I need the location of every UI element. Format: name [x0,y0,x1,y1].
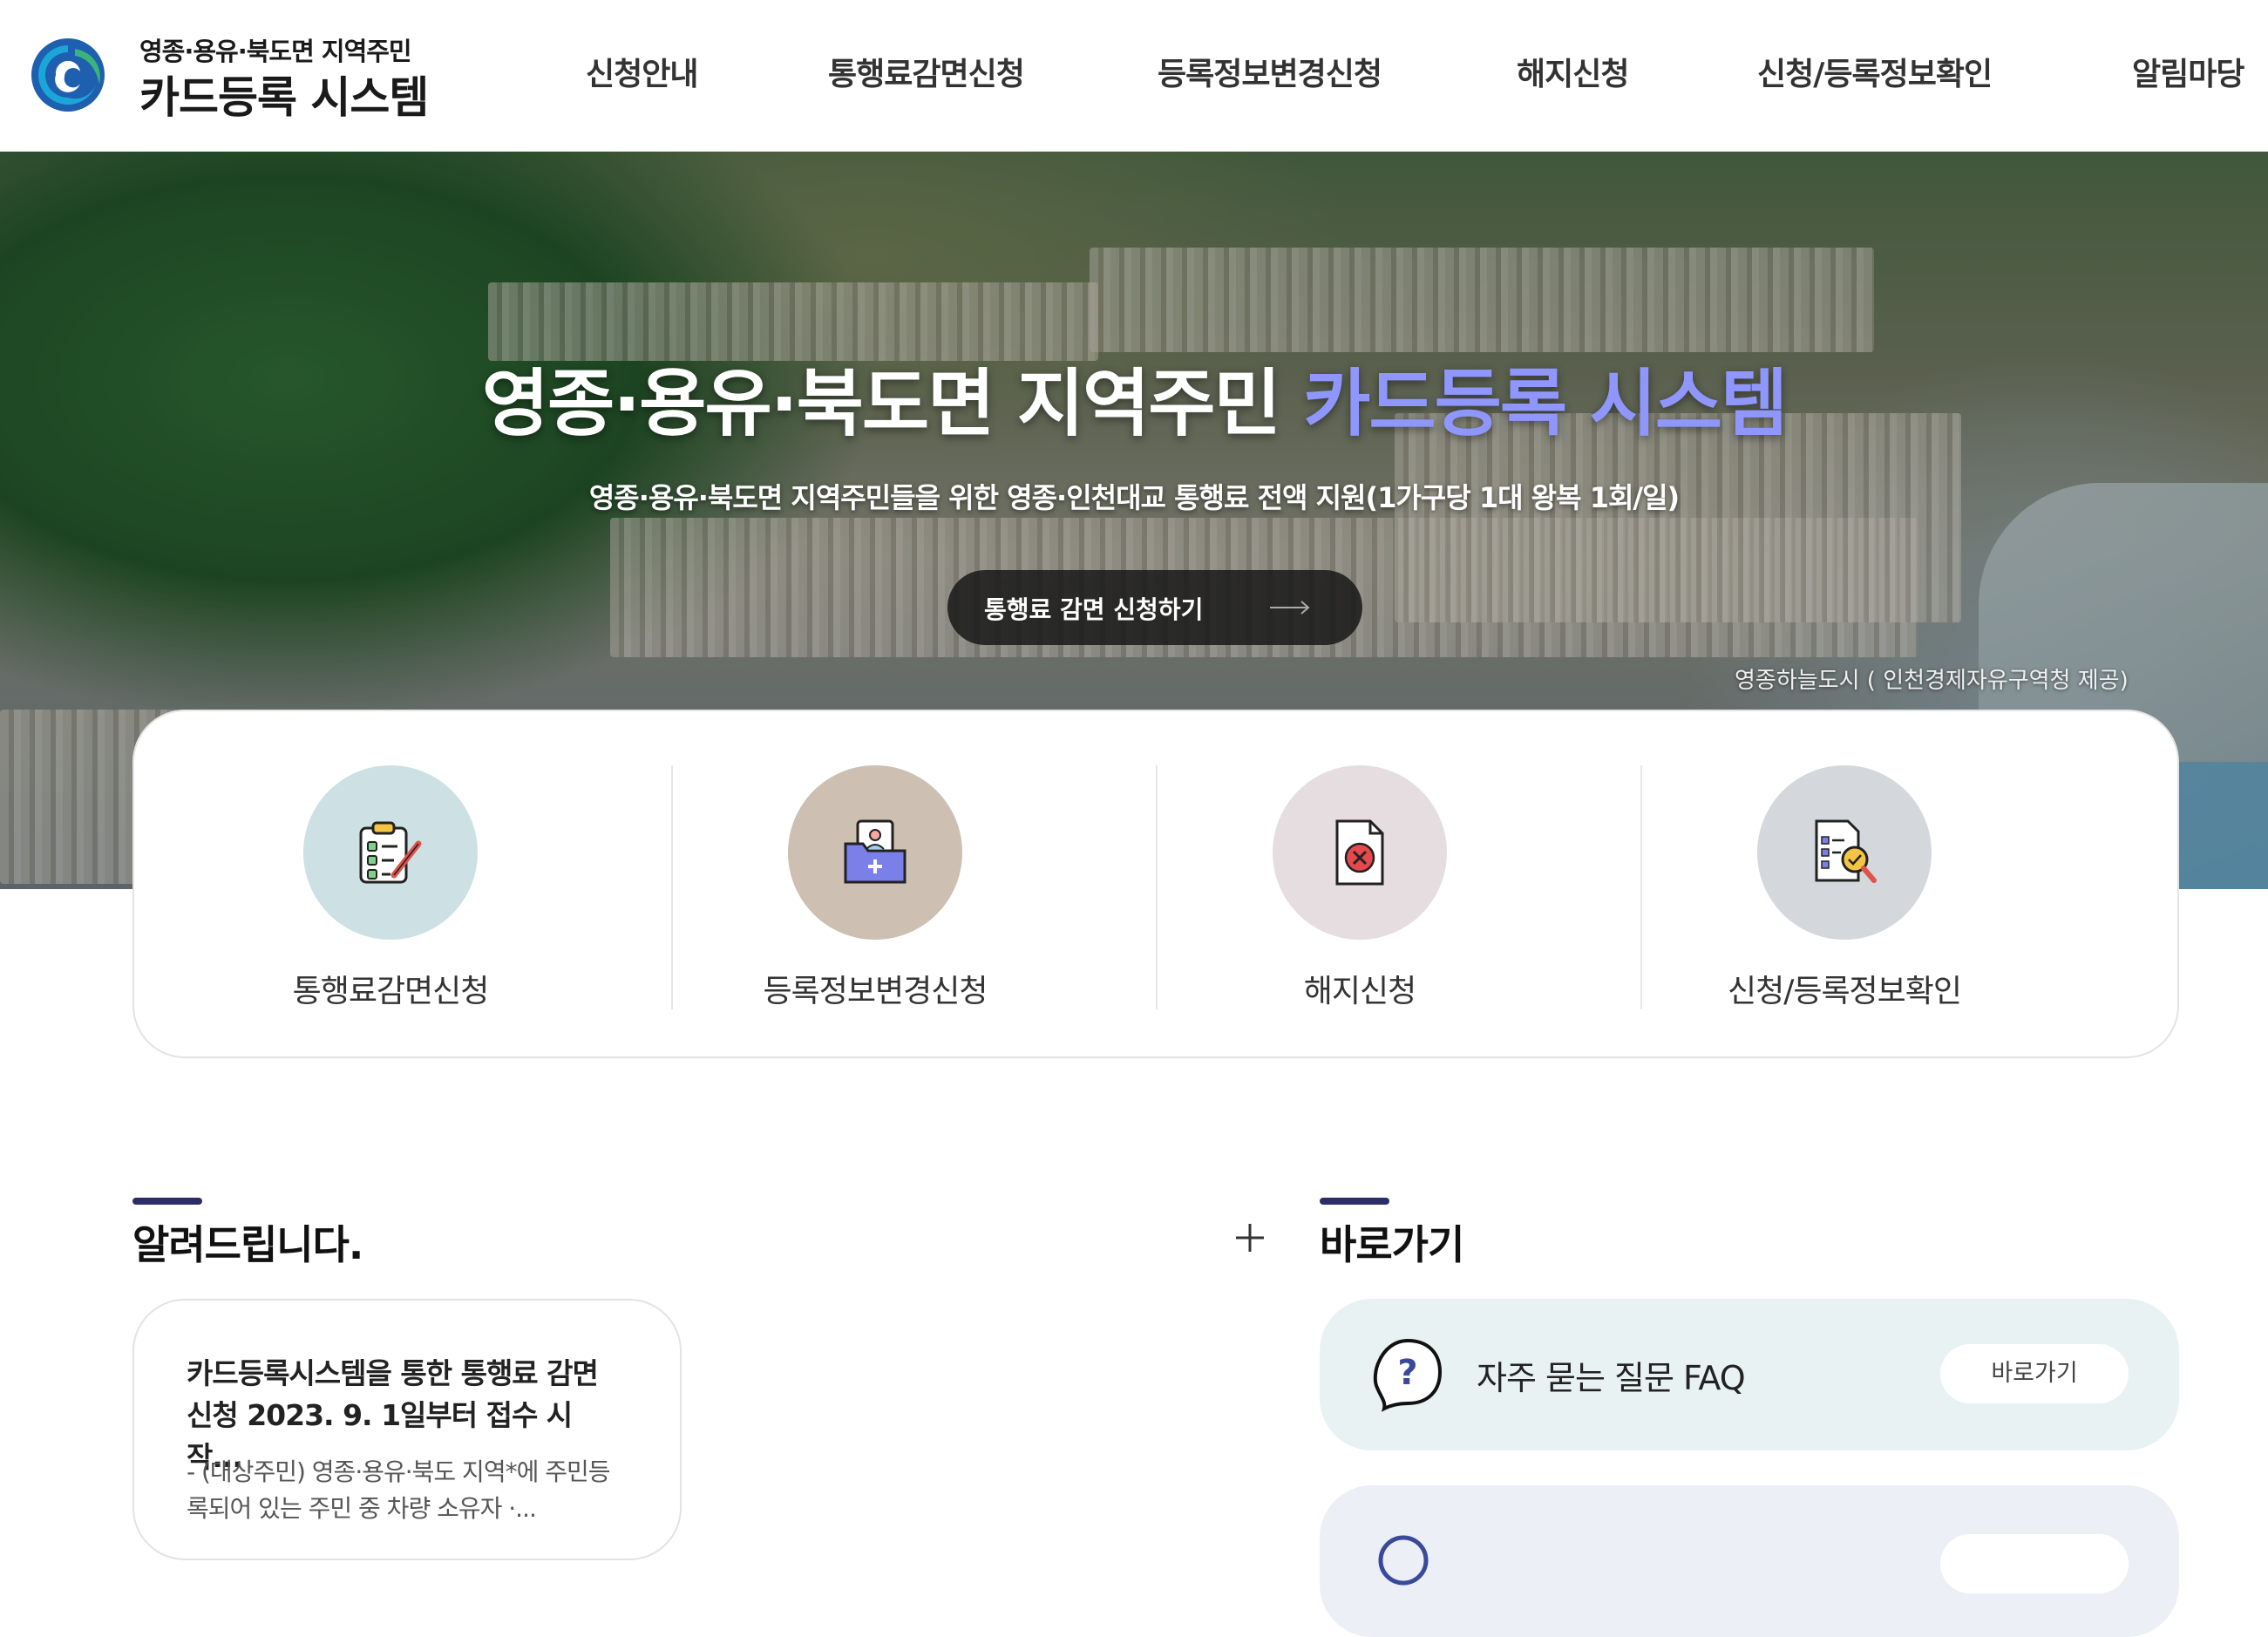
arrow-right-icon [1270,601,1310,615]
notice-section-bar [132,1198,202,1205]
document-cancel-icon [1335,819,1384,886]
quick-icon-circle [1757,765,1932,940]
notice-card[interactable]: 카드등록시스템을 통한 통행료 감면 신청 2023. 9. 1일부터 접수 시… [132,1299,682,1560]
shortcut-faq-label: 자주 묻는 질문 FAQ [1477,1359,1746,1397]
shortcut-second-button[interactable] [1940,1534,2129,1593]
hero-title-accent: 카드등록 시스템 [1303,361,1788,446]
shortcut-faq-button[interactable]: 바로가기 [1940,1344,2129,1403]
nav-item-notice-board[interactable]: 알림마당 [2132,49,2244,94]
document-search-icon [1815,819,1877,883]
quick-item-label: 통행료감면신청 [292,974,490,1009]
hero-image-credit: 영종하늘도시 ( 인천경제자유구역청 제공) [1735,668,2129,694]
plus-icon[interactable] [1232,1220,1267,1255]
svg-text:?: ? [1397,1353,1417,1393]
quick-item-label: 해지신청 [1303,974,1416,1009]
quick-item-info-change[interactable]: 등록정보변경신청 [633,711,1117,1060]
search-icon [1378,1535,1429,1586]
hero-subtitle: 영종·용유·북도면 지역주민들을 위한 영종·인천대교 통행료 전액 지원(1가… [588,481,1680,514]
quick-item-label: 신청/등록정보확인 [1727,974,1962,1009]
quick-menu-card: 통행료감면신청 등록정보변경신청 해지신청 신청/등록정보확인 [132,710,2179,1058]
nav-item-status-check[interactable]: 신청/등록정보확인 [1757,49,1993,94]
question-bubble-icon: ? [1373,1338,1443,1412]
nav-item-info-change[interactable]: 등록정보변경신청 [1158,49,1382,94]
nav-item-toll-reduction[interactable]: 통행료감면신청 [828,49,1025,94]
quick-item-status-check[interactable]: 신청/등록정보확인 [1602,711,2087,1060]
shortcut-section-title: 바로가기 [1320,1221,1464,1268]
quick-icon-circle [788,765,962,940]
toll-reduction-apply-button[interactable]: 통행료 감면 신청하기 [947,570,1362,645]
shortcut-section-bar [1320,1198,1389,1205]
site-header: 영종·용유·북도면 지역주민 카드등록 시스템 신청안내 통행료감면신청 등록정… [0,0,2268,152]
notice-section-title: 알려드립니다. [132,1221,363,1268]
clipboard-check-icon [359,821,422,884]
shortcut-faq[interactable]: ? 자주 묻는 질문 FAQ 바로가기 [1320,1299,2179,1450]
shortcut-second[interactable] [1320,1485,2179,1637]
notice-summary: - (대상주민) 영종·용유·북도 지역*에 주민등록되어 있는 주민 중 차량… [187,1457,611,1523]
apply-button-label: 통행료 감면 신청하기 [984,595,1204,624]
quick-item-toll-reduction[interactable]: 통행료감면신청 [148,711,633,1060]
folder-person-icon [844,819,907,884]
hero-title-main: 영종·용유·북도면 지역주민 [481,361,1304,446]
main-nav: 신청안내 통행료감면신청 등록정보변경신청 해지신청 신청/등록정보확인 알림마… [0,49,2268,101]
quick-icon-circle [1273,765,1447,940]
nav-item-guide[interactable]: 신청안내 [586,49,698,94]
nav-item-cancellation[interactable]: 해지신청 [1517,49,1629,94]
quick-item-label: 등록정보변경신청 [763,974,988,1009]
quick-item-cancellation[interactable]: 해지신청 [1117,711,1602,1060]
quick-icon-circle [303,765,478,940]
hero-title: 영종·용유·북도면 지역주민 카드등록 시스템 [0,345,2268,451]
